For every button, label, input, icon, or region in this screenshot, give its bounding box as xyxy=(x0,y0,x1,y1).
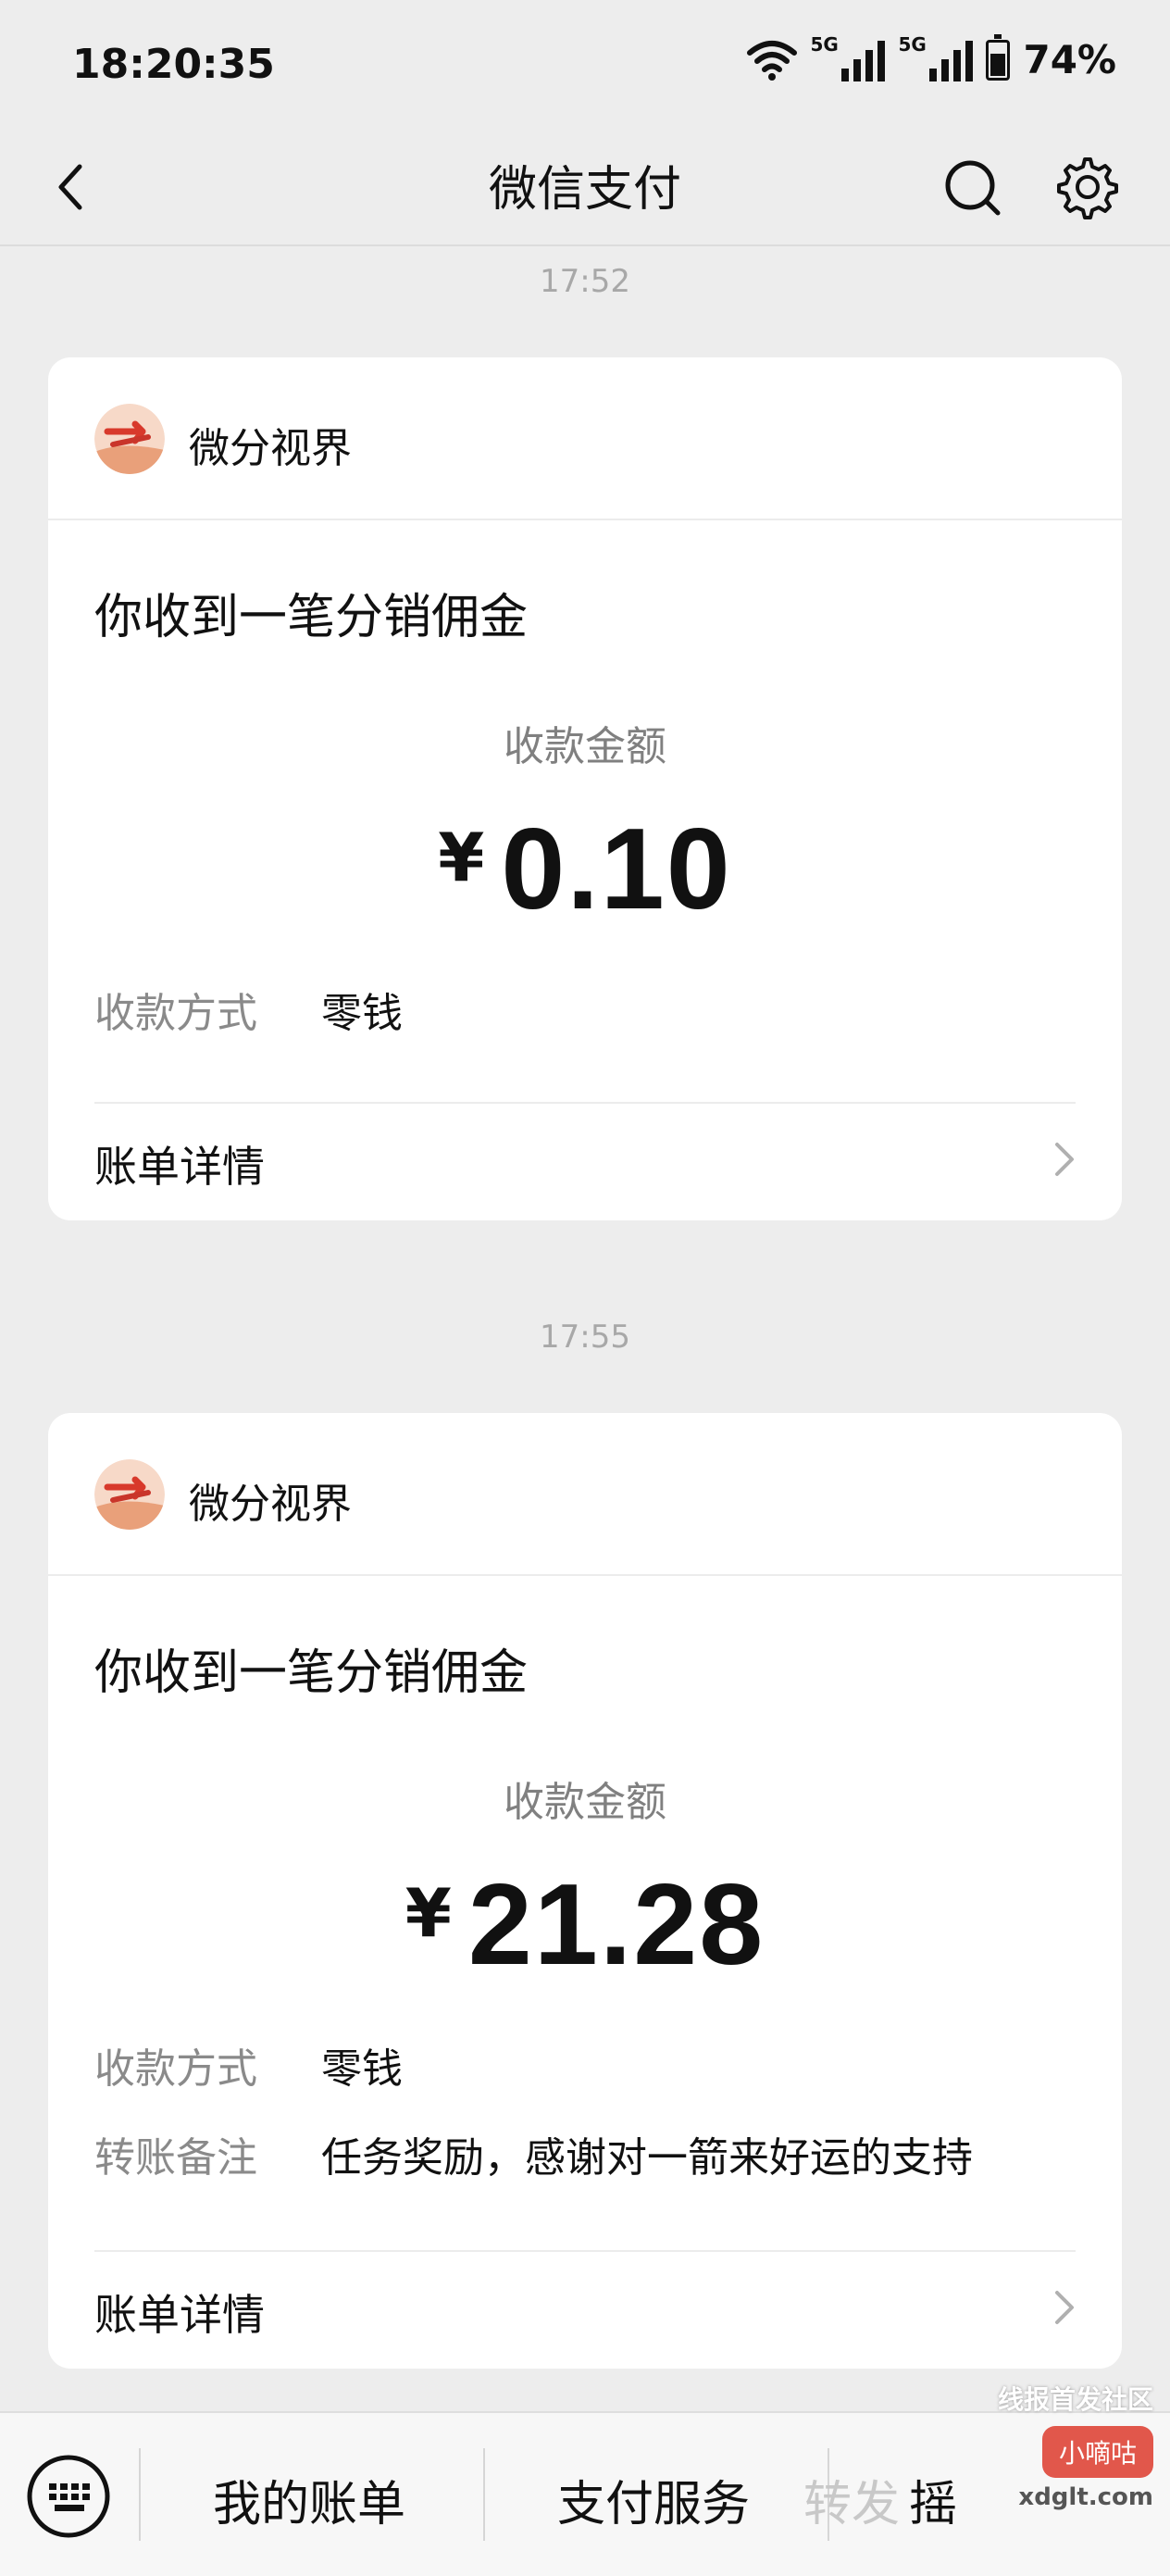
payment-card[interactable]: 微分视界 你收到一笔分销佣金 收款金额 ¥21.28 收款方式 零钱 转账备注 … xyxy=(48,1413,1122,2369)
info-key: 收款方式 xyxy=(94,990,257,1037)
message-timestamp: 17:55 xyxy=(540,1319,630,1356)
bill-detail-link[interactable]: 账单详情 xyxy=(94,1133,265,1194)
amount-value: ¥21.28 xyxy=(48,1859,1122,1991)
status-bar: 18:20:35 5G 5G 74% xyxy=(0,0,1170,130)
tab-my-bills[interactable]: 我的账单 xyxy=(213,2465,405,2534)
info-row: 收款方式 零钱 xyxy=(94,980,403,1039)
battery-icon xyxy=(986,33,1011,81)
nav-divider xyxy=(0,244,1170,246)
amount-label: 收款金额 xyxy=(504,723,666,770)
divider xyxy=(94,2250,1076,2252)
cell-signal-icon: 5G xyxy=(898,33,974,81)
amount-number: 0.10 xyxy=(501,806,732,933)
info-value: 任务奖励，感谢对一箭来好运的支持 xyxy=(321,2134,973,2182)
amount-label: 收款金额 xyxy=(504,1779,666,1826)
chevron-right-icon xyxy=(1055,2291,1074,2324)
info-row: 转账备注 任务奖励，感谢对一箭来好运的支持 xyxy=(94,2124,973,2183)
amount-number: 21.28 xyxy=(467,1861,765,1989)
info-key: 收款方式 xyxy=(94,2045,257,2093)
tab-shake[interactable]: 摇 xyxy=(909,2465,957,2534)
avatar xyxy=(94,404,165,474)
watermark-badge: 小嘀咕 xyxy=(1041,2426,1153,2478)
card-header[interactable]: 微分视界 xyxy=(48,1413,1122,1576)
status-icons: 5G 5G 74% xyxy=(747,33,1116,82)
bill-detail-link[interactable]: 账单详情 xyxy=(94,2282,265,2343)
sender-name: 微分视界 xyxy=(189,1481,352,1528)
divider xyxy=(94,1102,1076,1104)
message-title: 你收到一笔分销佣金 xyxy=(94,590,529,645)
divider xyxy=(483,2448,485,2541)
currency-symbol: ¥ xyxy=(438,819,485,896)
chevron-right-icon xyxy=(1055,1143,1074,1176)
search-icon[interactable] xyxy=(939,148,1007,226)
bottom-menu-bar: 我的账单 支付服务 转发 摇 xyxy=(0,2411,1170,2576)
info-key: 转账备注 xyxy=(94,2134,257,2182)
watermark-text: 线报首发社区 xyxy=(997,2384,1153,2415)
sender-name: 微分视界 xyxy=(189,425,352,472)
nav-bar: 微信支付 xyxy=(0,130,1170,244)
card-header[interactable]: 微分视界 xyxy=(48,357,1122,520)
watermark-url: xdglt.com xyxy=(1018,2483,1153,2511)
cell-signal-icon: 5G xyxy=(810,33,886,81)
status-time: 18:20:35 xyxy=(72,41,275,88)
amount-value: ¥0.10 xyxy=(48,804,1122,935)
currency-symbol: ¥ xyxy=(405,1874,452,1952)
message-title: 你收到一笔分销佣金 xyxy=(94,1645,529,1701)
message-timestamp: 17:52 xyxy=(540,263,630,300)
info-value: 零钱 xyxy=(321,2045,403,2093)
gear-icon[interactable] xyxy=(1053,148,1122,226)
wifi-icon xyxy=(747,40,798,81)
divider xyxy=(139,2448,141,2541)
tab-forward[interactable]: 转发 xyxy=(803,2465,900,2534)
info-value: 零钱 xyxy=(321,990,403,1037)
keyboard-icon[interactable] xyxy=(26,2454,111,2539)
info-row: 收款方式 零钱 xyxy=(94,2035,403,2095)
payment-card[interactable]: 微分视界 你收到一笔分销佣金 收款金额 ¥0.10 收款方式 零钱 账单详情 xyxy=(48,357,1122,1220)
avatar xyxy=(94,1459,165,1530)
tab-payment-services[interactable]: 支付服务 xyxy=(557,2465,750,2534)
battery-level: 74% xyxy=(1023,37,1116,82)
watermark: 线报首发社区 小嘀咕 xdglt.com xyxy=(998,2380,1153,2511)
